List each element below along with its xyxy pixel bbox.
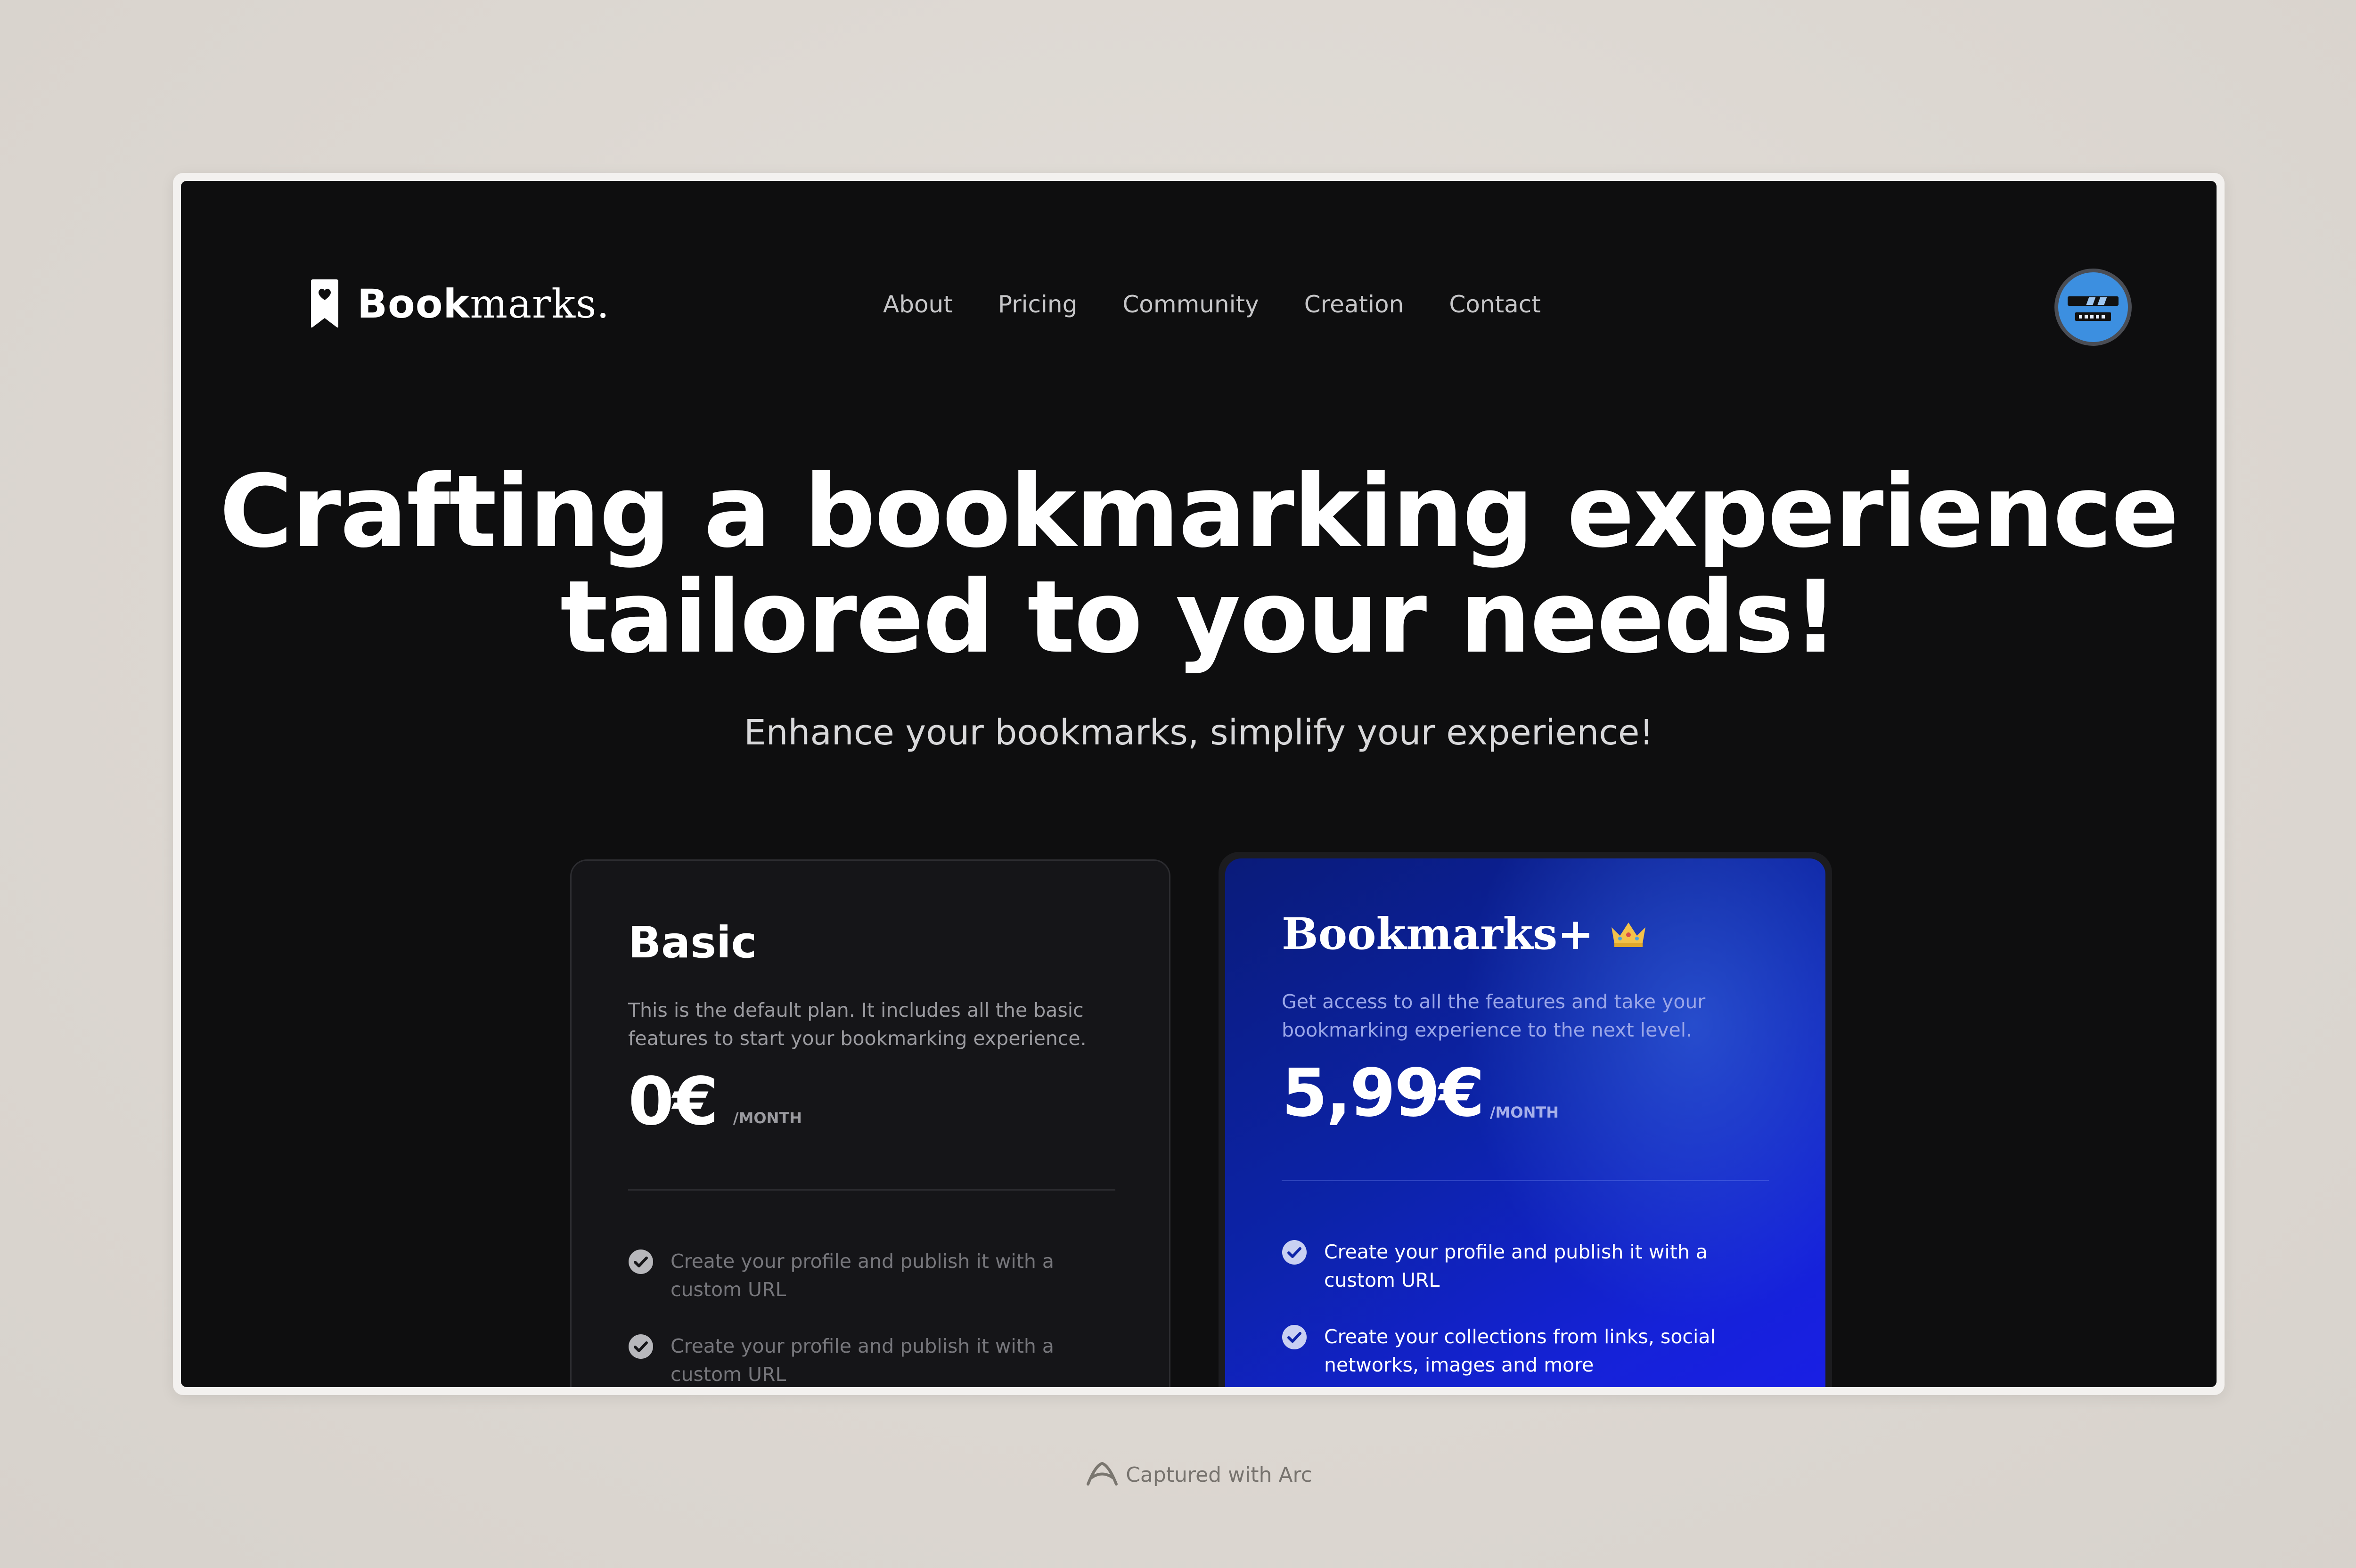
nav-creation[interactable]: Creation xyxy=(1304,291,1404,318)
check-circle-icon xyxy=(629,1250,653,1274)
feature-list: Create your profile and publish it with … xyxy=(628,1247,1113,1387)
robot-avatar-icon xyxy=(2068,296,2119,321)
plan-description: Get access to all the features and take … xyxy=(1282,990,1706,1041)
captured-with-arc: Captured with Arc xyxy=(0,1461,2356,1489)
bookmark-heart-icon xyxy=(311,279,338,328)
brand-name-bold: Book xyxy=(357,281,470,327)
plan-name-row: Bookmarks+ xyxy=(1282,908,1769,959)
arc-icon xyxy=(1087,1462,1118,1486)
feature-item: Create your profile and publish it with … xyxy=(628,1332,1113,1387)
divider xyxy=(628,1189,1115,1191)
feature-list: Create your profile and publish it with … xyxy=(1282,1238,1769,1379)
plan-name: Basic xyxy=(628,917,757,968)
feature-text: Create your profile and publish it with … xyxy=(1324,1241,1708,1291)
check-circle-icon xyxy=(1282,1325,1307,1349)
feature-text: Create your profile and publish it with … xyxy=(671,1250,1055,1301)
hero-title: Crafting a bookmarking experience tailor… xyxy=(181,459,2217,670)
browser-window: Bookmarks. About Pricing Community Creat… xyxy=(181,181,2217,1387)
feature-item: Create your collections from links, soci… xyxy=(1282,1323,1769,1379)
brand-logo[interactable]: Bookmarks. xyxy=(311,278,610,330)
feature-text: Create your collections from links, soci… xyxy=(1324,1325,1716,1376)
plan-price: 0€ xyxy=(628,1063,719,1140)
price-period: /MONTH xyxy=(733,1109,802,1127)
hero-subtitle: Enhance your bookmarks, simplify your ex… xyxy=(744,712,1654,753)
plan-price: 5,99€ xyxy=(1282,1055,1485,1132)
plan-description: This is the default plan. It includes al… xyxy=(628,999,1087,1050)
plan-card-basic[interactable]: Basic This is the default plan. It inclu… xyxy=(570,859,1170,1387)
feature-item: Create your profile and publish it with … xyxy=(628,1247,1113,1304)
plan-name: Bookmarks+ xyxy=(1282,908,1594,959)
hero-title-line-1: Crafting a bookmarking experience xyxy=(219,453,2179,570)
brand-name: Bookmarks. xyxy=(357,281,610,327)
price-row: 5,99€ /MONTH xyxy=(1282,1058,1769,1129)
nav-community[interactable]: Community xyxy=(1122,291,1259,318)
feature-item: Create your profile and publish it with … xyxy=(1282,1238,1769,1294)
hero-title-line-2: tailored to your needs! xyxy=(560,559,1838,675)
check-circle-icon xyxy=(1282,1240,1307,1265)
plan-card-plus[interactable]: Bookmarks+ Get access to all the feature… xyxy=(1219,852,1832,1387)
brand-name-serif: marks. xyxy=(470,281,610,327)
main-nav: About Pricing Community Creation Contact xyxy=(883,286,1586,323)
feature-text: Create your profile and publish it with … xyxy=(671,1335,1055,1386)
check-circle-icon xyxy=(629,1334,653,1359)
nav-pricing[interactable]: Pricing xyxy=(998,291,1078,318)
price-period: /MONTH xyxy=(1489,1103,1559,1121)
nav-about[interactable]: About xyxy=(883,291,953,318)
crown-icon xyxy=(1612,923,1646,947)
captured-text: Captured with Arc xyxy=(1126,1462,1312,1487)
price-row: 0€ /MONTH xyxy=(628,1067,1113,1137)
plan-card-plus-inner: Bookmarks+ Get access to all the feature… xyxy=(1225,858,1825,1387)
nav-contact[interactable]: Contact xyxy=(1449,291,1541,318)
divider xyxy=(1282,1180,1769,1181)
user-avatar[interactable] xyxy=(2054,269,2132,346)
